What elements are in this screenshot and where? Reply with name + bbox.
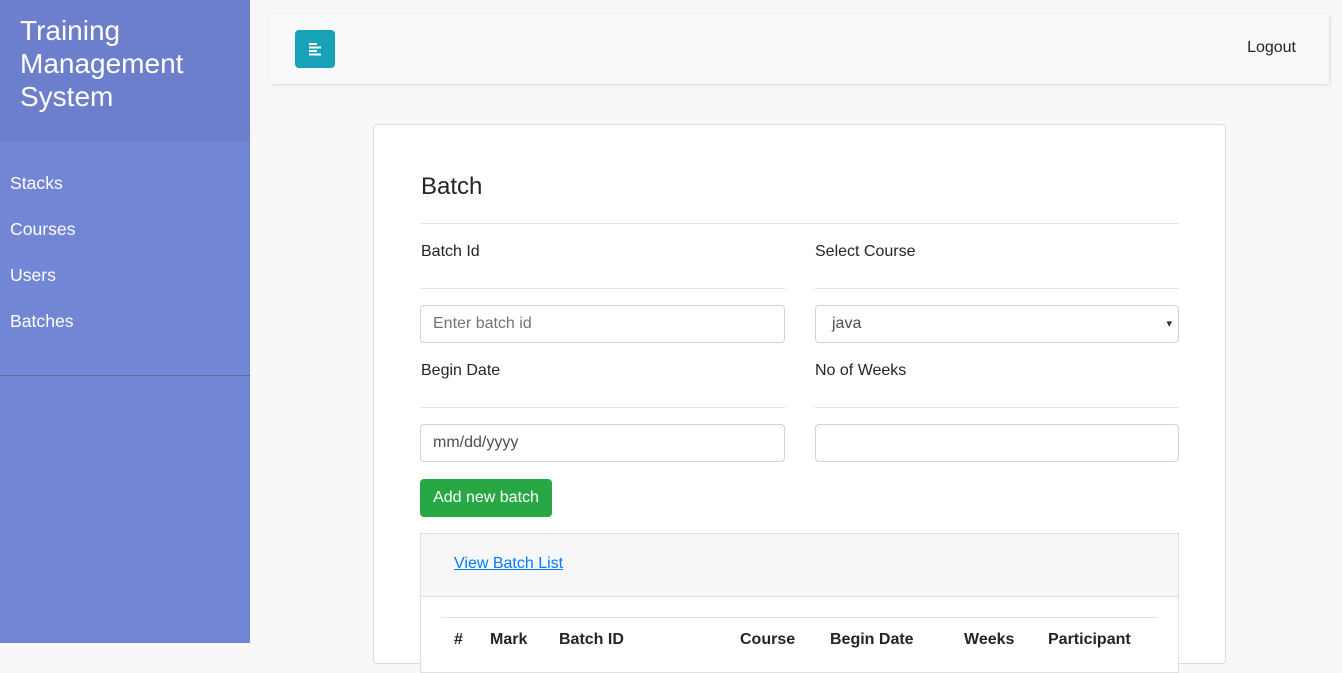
weeks-label: No of Weeks — [815, 362, 907, 379]
batch-table: # Mark Batch ID Course Begin Date Weeks … — [441, 617, 1157, 648]
column-header-participant: Participant — [1048, 631, 1131, 648]
sidebar-toggle-button[interactable] — [295, 30, 335, 68]
logout-link[interactable]: Logout — [1247, 39, 1296, 57]
chevron-down-icon: ▾ — [1166, 318, 1172, 330]
column-header-weeks: Weeks — [964, 631, 1015, 648]
sidebar-item-courses[interactable]: Courses — [0, 216, 250, 262]
column-header-batch-id: Batch ID — [559, 631, 624, 648]
add-batch-button[interactable]: Add new batch — [420, 479, 552, 517]
begin-date-input[interactable]: mm/dd/yyyy — [420, 424, 785, 462]
view-batch-list-link[interactable]: View Batch List — [454, 555, 563, 573]
batch-list-panel: View Batch List # Mark Batch ID Course B… — [420, 533, 1179, 673]
select-course-label: Select Course — [815, 243, 916, 260]
divider — [420, 407, 785, 408]
course-select-value: java — [832, 315, 862, 332]
sidebar-item-batches[interactable]: Batches — [0, 308, 250, 354]
app-title: Training Management System — [20, 15, 184, 112]
batch-id-input[interactable]: Enter batch id — [420, 305, 785, 343]
sidebar: Training Management System Stacks Course… — [0, 0, 250, 643]
weeks-input[interactable] — [815, 424, 1179, 462]
batch-form-card: Batch Batch Id Select Course Enter batch… — [373, 124, 1226, 673]
menu-align-left-icon — [309, 43, 321, 56]
begin-date-label: Begin Date — [421, 362, 501, 379]
sidebar-item-stacks[interactable]: Stacks — [0, 170, 250, 216]
batch-list-header: View Batch List — [421, 534, 1178, 597]
column-header-begin-date: Begin Date — [830, 631, 914, 648]
sidebar-header: Training Management System — [0, 0, 250, 141]
batch-id-label: Batch Id — [421, 243, 480, 260]
sidebar-nav: Stacks Courses Users Batches — [0, 141, 250, 376]
divider — [420, 288, 785, 289]
column-header-course: Course — [740, 631, 796, 648]
sidebar-item-users[interactable]: Users — [0, 262, 250, 308]
page-title: Batch — [421, 173, 483, 200]
column-header-index: # — [454, 631, 463, 648]
top-navbar: Logout — [270, 14, 1329, 84]
course-select[interactable]: java ▾ — [815, 305, 1179, 343]
divider — [815, 288, 1179, 289]
divider — [815, 407, 1179, 408]
column-header-mark: Mark — [490, 631, 528, 648]
divider — [420, 223, 1179, 224]
